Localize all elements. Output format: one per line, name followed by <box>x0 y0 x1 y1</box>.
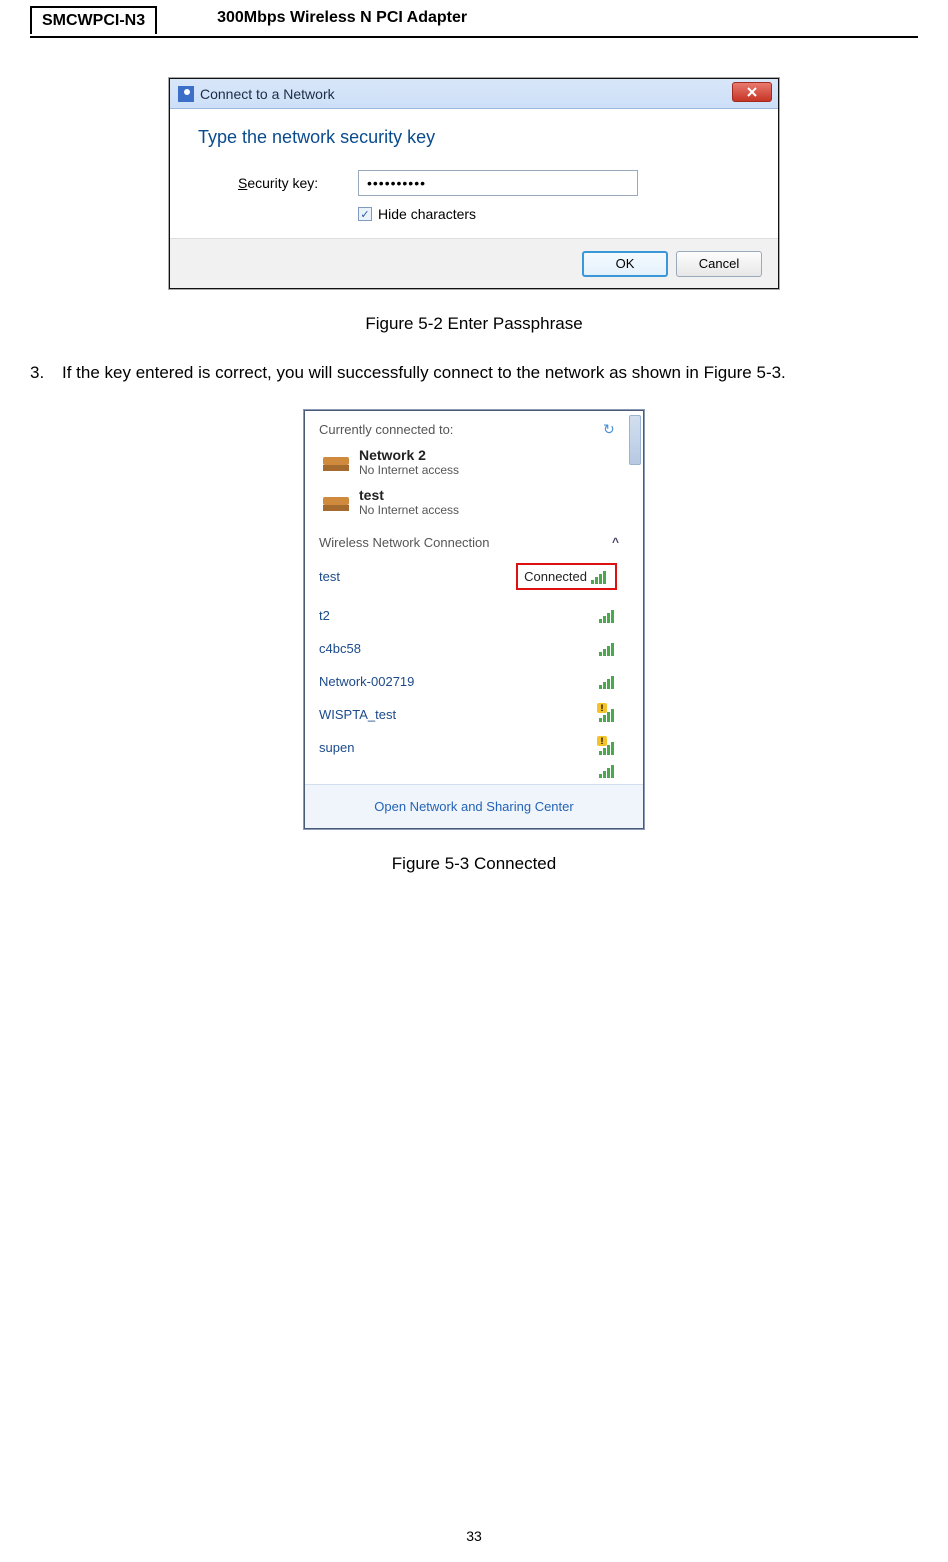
connect-network-dialog: Connect to a Network Type the network se… <box>169 78 779 289</box>
step-text: If the key entered is correct, you will … <box>62 356 918 390</box>
hide-characters-checkbox[interactable]: ✓ <box>358 207 372 221</box>
connected-label: Connected <box>524 569 587 584</box>
hide-characters-label: Hide characters <box>378 206 476 222</box>
scroll-thumb[interactable] <box>629 415 641 465</box>
bench-icon <box>319 451 353 473</box>
dialog-heading: Type the network security key <box>198 127 750 148</box>
wifi-name: Network-002719 <box>319 674 414 689</box>
wireless-section-label: Wireless Network Connection <box>319 535 490 550</box>
header-model: SMCWPCI-N3 <box>30 6 157 34</box>
step-number: 3. <box>30 356 62 390</box>
scrollbar[interactable] <box>627 415 641 826</box>
chevron-up-icon[interactable]: ^ <box>612 535 619 550</box>
figure-5-3-caption: Figure 5-3 Connected <box>30 854 918 874</box>
wifi-name: test <box>319 569 340 584</box>
connected-net-2-name: test <box>359 487 459 503</box>
signal-bars-icon <box>599 609 617 623</box>
network-flyout: Currently connected to: ↻ Network 2 No I… <box>304 410 644 829</box>
security-key-label: Security key: <box>238 175 358 191</box>
signal-bars-icon <box>599 675 617 689</box>
figure-5-2-caption: Figure 5-2 Enter Passphrase <box>30 314 918 334</box>
signal-bars-warn-icon <box>599 708 617 722</box>
wifi-row-supen[interactable]: supen <box>319 731 617 764</box>
connected-net-2-status: No Internet access <box>359 503 459 517</box>
network-icon <box>178 86 194 102</box>
connected-badge: Connected <box>516 563 617 590</box>
wifi-name: c4bc58 <box>319 641 361 656</box>
wifi-name: supen <box>319 740 354 755</box>
header-product: 300Mbps Wireless N PCI Adapter <box>217 9 467 27</box>
wifi-row-test[interactable]: test Connected <box>319 554 617 599</box>
signal-bars-icon <box>599 764 617 778</box>
signal-bars-icon <box>591 570 609 584</box>
wifi-row-c4bc58[interactable]: c4bc58 <box>319 632 617 665</box>
ok-button[interactable]: OK <box>582 251 668 277</box>
signal-bars-icon <box>599 642 617 656</box>
flyout-header: Currently connected to: <box>319 422 453 437</box>
security-key-input[interactable] <box>358 170 638 196</box>
connected-net-1-name: Network 2 <box>359 447 459 463</box>
wifi-name: t2 <box>319 608 330 623</box>
dialog-title: Connect to a Network <box>200 86 335 102</box>
close-icon <box>747 87 757 97</box>
wifi-row-network002719[interactable]: Network-002719 <box>319 665 617 698</box>
wifi-row-partial <box>319 764 639 778</box>
wifi-name: WISPTA_test <box>319 707 396 722</box>
connected-net-1-status: No Internet access <box>359 463 459 477</box>
bench-icon <box>319 491 353 513</box>
open-network-center-link[interactable]: Open Network and Sharing Center <box>305 784 643 828</box>
close-button[interactable] <box>732 82 772 102</box>
signal-bars-warn-icon <box>599 741 617 755</box>
refresh-icon[interactable]: ↻ <box>603 421 619 437</box>
dialog-titlebar: Connect to a Network <box>170 79 778 109</box>
cancel-button[interactable]: Cancel <box>676 251 762 277</box>
page-number: 33 <box>0 1528 948 1544</box>
wifi-row-wispta[interactable]: WISPTA_test <box>319 698 617 731</box>
wifi-row-t2[interactable]: t2 <box>319 599 617 632</box>
